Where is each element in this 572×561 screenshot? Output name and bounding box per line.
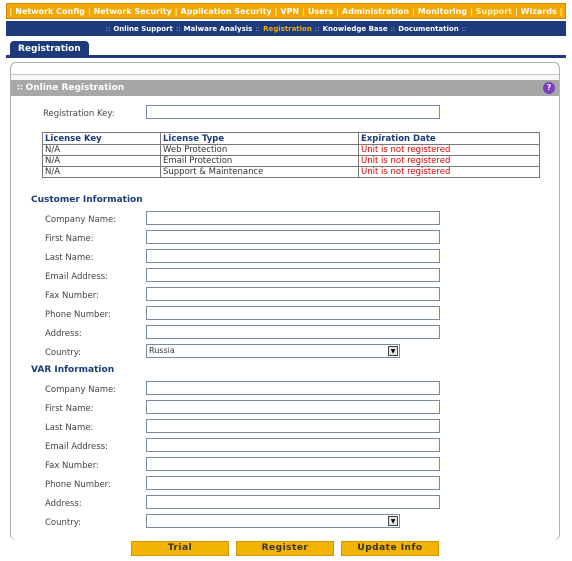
section-grip-icon: ∷ bbox=[17, 83, 23, 92]
customer-phone-label: Phone Number: bbox=[45, 310, 111, 320]
var-fax-input[interactable] bbox=[146, 457, 440, 471]
license-key-cell: N/A bbox=[42, 155, 161, 167]
customer-info-title: Customer Information bbox=[31, 195, 143, 205]
license-table: License Key License Type Expiration Date… bbox=[42, 132, 540, 178]
table-row: N/A Email Protection Unit is not registe… bbox=[42, 155, 540, 167]
customer-first-name-label: First Name: bbox=[45, 234, 94, 244]
nav-network-security[interactable]: Network Security bbox=[91, 7, 175, 16]
license-type-cell: Web Protection bbox=[160, 144, 359, 156]
customer-fax-label: Fax Number: bbox=[45, 291, 99, 301]
nav-network-config[interactable]: Network Config bbox=[12, 7, 88, 16]
sub-navigation: :: Online Support :: Malware Analysis ::… bbox=[6, 21, 566, 36]
subnav-malware-analysis[interactable]: Malware Analysis bbox=[181, 25, 256, 33]
nav-monitoring[interactable]: Monitoring bbox=[415, 7, 470, 16]
registration-key-label: Registration Key: bbox=[43, 109, 115, 119]
register-button[interactable]: Register bbox=[236, 541, 334, 556]
help-icon[interactable]: ? bbox=[543, 82, 555, 94]
var-country-select[interactable]: ▼ bbox=[146, 514, 400, 528]
var-email-input[interactable] bbox=[146, 438, 440, 452]
action-buttons: Trial Register Update Info bbox=[0, 541, 572, 556]
col-license-type: License Type bbox=[160, 132, 359, 145]
customer-country-value: Russia bbox=[149, 346, 175, 355]
chevron-down-icon[interactable]: ▼ bbox=[388, 516, 398, 526]
var-last-name-label: Last Name: bbox=[45, 423, 94, 433]
registration-form: Registration Key: License Key License Ty… bbox=[11, 96, 559, 540]
nav-wizards[interactable]: Wizards bbox=[518, 7, 560, 16]
nav-administration[interactable]: Administration bbox=[339, 7, 412, 16]
var-first-name-input[interactable] bbox=[146, 400, 440, 414]
expiration-cell: Unit is not registered bbox=[358, 144, 540, 156]
customer-country-select[interactable]: Russia ▼ bbox=[146, 344, 400, 358]
license-key-cell: N/A bbox=[42, 144, 161, 156]
tab-registration[interactable]: Registration bbox=[10, 41, 89, 58]
nav-vpn[interactable]: VPN bbox=[277, 7, 302, 16]
section-title: Online Registration bbox=[25, 83, 125, 93]
customer-address-input[interactable] bbox=[146, 325, 440, 339]
chevron-down-icon[interactable]: ▼ bbox=[388, 346, 398, 356]
var-phone-input[interactable] bbox=[146, 476, 440, 490]
var-last-name-input[interactable] bbox=[146, 419, 440, 433]
customer-email-input[interactable] bbox=[146, 268, 440, 282]
panel-top-strip bbox=[11, 63, 559, 75]
registration-panel: ∷ Online Registration ? Registration Key:… bbox=[10, 62, 560, 540]
var-phone-label: Phone Number: bbox=[45, 480, 111, 490]
nav-application-security[interactable]: Application Security bbox=[178, 7, 275, 16]
license-type-cell: Email Protection bbox=[160, 155, 359, 167]
customer-first-name-input[interactable] bbox=[146, 230, 440, 244]
var-address-input[interactable] bbox=[146, 495, 440, 509]
var-email-label: Email Address: bbox=[45, 442, 108, 452]
license-key-cell: N/A bbox=[42, 166, 161, 178]
customer-email-label: Email Address: bbox=[45, 272, 108, 282]
nav-users[interactable]: Users bbox=[305, 7, 336, 16]
license-table-header: License Key License Type Expiration Date bbox=[42, 132, 540, 145]
customer-phone-input[interactable] bbox=[146, 306, 440, 320]
table-row: N/A Web Protection Unit is not registere… bbox=[42, 144, 540, 156]
customer-address-label: Address: bbox=[45, 329, 82, 339]
expiration-cell: Unit is not registered bbox=[358, 166, 540, 178]
var-address-label: Address: bbox=[45, 499, 82, 509]
customer-company-label: Company Name: bbox=[45, 215, 117, 225]
var-country-label: Country: bbox=[45, 518, 82, 528]
var-company-label: Company Name: bbox=[45, 385, 117, 395]
nav-support[interactable]: Support bbox=[473, 7, 515, 16]
trial-button[interactable]: Trial bbox=[131, 541, 229, 556]
subnav-documentation[interactable]: Documentation bbox=[395, 25, 461, 33]
col-license-key: License Key bbox=[42, 132, 161, 145]
customer-country-label: Country: bbox=[45, 348, 82, 358]
top-navigation: | Network Config | Network Security | Ap… bbox=[6, 3, 566, 19]
var-fax-label: Fax Number: bbox=[45, 461, 99, 471]
customer-last-name-label: Last Name: bbox=[45, 253, 94, 263]
customer-fax-input[interactable] bbox=[146, 287, 440, 301]
subnav-registration[interactable]: Registration bbox=[260, 25, 315, 33]
registration-key-input[interactable] bbox=[146, 105, 440, 119]
var-first-name-label: First Name: bbox=[45, 404, 94, 414]
var-info-title: VAR Information bbox=[31, 365, 115, 375]
expiration-cell: Unit is not registered bbox=[358, 155, 540, 167]
license-type-cell: Support & Maintenance bbox=[160, 166, 359, 178]
table-row: N/A Support & Maintenance Unit is not re… bbox=[42, 166, 540, 178]
tab-bar: Registration bbox=[6, 41, 566, 58]
update-info-button[interactable]: Update Info bbox=[341, 541, 439, 556]
customer-company-input[interactable] bbox=[146, 211, 440, 225]
var-company-input[interactable] bbox=[146, 381, 440, 395]
subnav-online-support[interactable]: Online Support bbox=[110, 25, 176, 33]
customer-last-name-input[interactable] bbox=[146, 249, 440, 263]
online-registration-header: ∷ Online Registration ? bbox=[11, 80, 559, 96]
subnav-knowledge-base[interactable]: Knowledge Base bbox=[320, 25, 391, 33]
col-expiration-date: Expiration Date bbox=[358, 132, 540, 145]
